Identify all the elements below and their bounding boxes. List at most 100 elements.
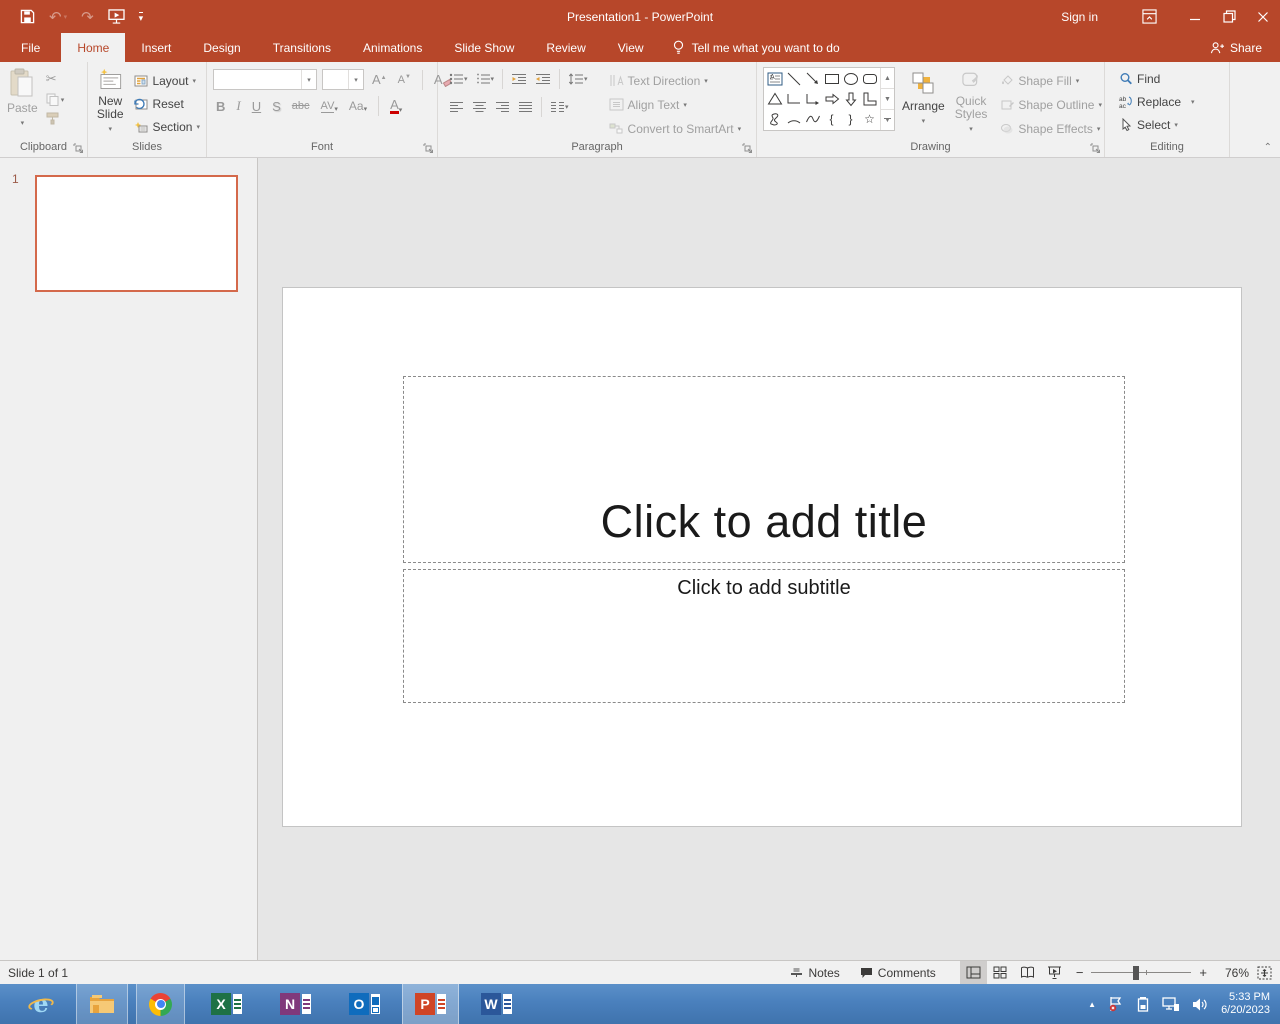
- taskbar-powerpoint[interactable]: P: [402, 984, 459, 1024]
- justify-button[interactable]: [515, 99, 536, 115]
- shapes-more-button[interactable]: ▼: [881, 109, 894, 130]
- line-spacing-button[interactable]: ▾: [565, 71, 591, 87]
- tab-transitions[interactable]: Transitions: [257, 33, 347, 62]
- section-button[interactable]: Section▾: [130, 116, 204, 137]
- taskbar-file-explorer[interactable]: [76, 984, 128, 1024]
- sign-in-link[interactable]: Sign in: [1061, 10, 1098, 24]
- font-color-button[interactable]: A▾: [387, 98, 405, 115]
- slide-show-view-button[interactable]: [1041, 961, 1068, 984]
- shape-arc[interactable]: [784, 109, 803, 129]
- copy-button[interactable]: ▾: [43, 92, 68, 107]
- shape-star[interactable]: ☆: [860, 109, 879, 129]
- tab-slide-show[interactable]: Slide Show: [438, 33, 530, 62]
- minimize-button[interactable]: [1178, 0, 1212, 33]
- reading-view-button[interactable]: [1014, 961, 1041, 984]
- action-center-flag-icon[interactable]: [1108, 996, 1124, 1012]
- format-painter-button[interactable]: [43, 111, 68, 126]
- arrange-button[interactable]: Arrange▾: [897, 64, 950, 136]
- tab-animations[interactable]: Animations: [347, 33, 438, 62]
- shape-left-brace[interactable]: {: [822, 109, 841, 129]
- close-button[interactable]: [1246, 0, 1280, 33]
- shape-line[interactable]: [784, 69, 803, 89]
- shape-elbow-arrow-connector[interactable]: [803, 89, 822, 109]
- taskbar-word[interactable]: W: [469, 984, 524, 1024]
- normal-view-button[interactable]: [960, 961, 987, 984]
- fit-slide-to-window-button[interactable]: [1257, 966, 1272, 980]
- tell-me-box[interactable]: Tell me what you want to do: [660, 33, 852, 62]
- zoom-in-button[interactable]: +: [1197, 965, 1209, 980]
- taskbar-chrome[interactable]: [136, 984, 185, 1024]
- show-hidden-icons-button[interactable]: ▲: [1088, 1000, 1096, 1009]
- notes-button[interactable]: Notes: [780, 961, 849, 984]
- align-right-button[interactable]: [492, 99, 513, 115]
- character-spacing-button[interactable]: AV▾: [318, 99, 341, 114]
- subtitle-placeholder[interactable]: Click to add subtitle: [403, 569, 1125, 703]
- quick-styles-button[interactable]: Quick Styles ▾: [950, 64, 993, 136]
- new-slide-button[interactable]: New Slide ▾: [90, 64, 130, 136]
- italic-button[interactable]: I: [233, 97, 243, 115]
- taskbar-clock[interactable]: 5:33 PM 6/20/2023: [1221, 991, 1270, 1017]
- volume-icon[interactable]: [1192, 997, 1209, 1012]
- shape-freeform[interactable]: [765, 109, 784, 129]
- save-button[interactable]: [20, 9, 35, 24]
- shape-rounded-rectangle[interactable]: [860, 69, 879, 89]
- shape-fill-button[interactable]: Shape Fill▾: [996, 70, 1106, 91]
- font-name-combobox[interactable]: ▾: [213, 69, 317, 90]
- decrease-indent-button[interactable]: [508, 71, 530, 87]
- shapes-scroll-up-button[interactable]: ▲: [881, 68, 894, 88]
- shape-arrow[interactable]: [803, 69, 822, 89]
- shape-triangle[interactable]: [765, 89, 784, 109]
- numbering-button[interactable]: ▾: [473, 71, 498, 87]
- font-size-combobox[interactable]: ▾: [322, 69, 364, 90]
- bullets-button[interactable]: ▾: [446, 71, 471, 87]
- shrink-font-button[interactable]: A▼: [395, 73, 414, 87]
- shape-outline-button[interactable]: Shape Outline▾: [996, 94, 1106, 115]
- find-button[interactable]: Find: [1115, 68, 1199, 89]
- zoom-out-button[interactable]: −: [1074, 965, 1086, 980]
- shape-curve[interactable]: [803, 109, 822, 129]
- bold-button[interactable]: B: [213, 98, 228, 115]
- font-dialog-launcher[interactable]: [423, 143, 434, 154]
- taskbar-internet-explorer[interactable]: e: [16, 984, 66, 1024]
- shape-down-arrow[interactable]: [841, 89, 860, 109]
- paste-button[interactable]: Paste▾: [2, 64, 43, 136]
- tab-design[interactable]: Design: [187, 33, 256, 62]
- columns-button[interactable]: ▾: [547, 99, 572, 115]
- ribbon-display-options-button[interactable]: [1132, 0, 1166, 33]
- convert-to-smartart-button[interactable]: Convert to SmartArt▾: [605, 118, 746, 139]
- select-button[interactable]: Select▾: [1115, 114, 1199, 135]
- customize-qat-button[interactable]: ▾: [139, 12, 144, 22]
- network-icon[interactable]: [1162, 997, 1180, 1012]
- replace-button[interactable]: abac Replace▾: [1115, 91, 1199, 112]
- tab-review[interactable]: Review: [530, 33, 601, 62]
- restore-button[interactable]: [1212, 0, 1246, 33]
- shape-rectangle[interactable]: [822, 69, 841, 89]
- shape-elbow-connector[interactable]: [784, 89, 803, 109]
- taskbar-excel[interactable]: X: [199, 984, 254, 1024]
- zoom-level[interactable]: 76%: [1215, 966, 1249, 980]
- power-battery-icon[interactable]: [1136, 996, 1150, 1012]
- tab-home[interactable]: Home: [61, 33, 125, 62]
- shape-corner[interactable]: [860, 89, 879, 109]
- increase-indent-button[interactable]: [532, 71, 554, 87]
- text-shadow-button[interactable]: S: [269, 98, 284, 115]
- tab-view[interactable]: View: [602, 33, 660, 62]
- change-case-button[interactable]: Aa▾: [346, 98, 370, 114]
- slide-thumbnail-1[interactable]: [35, 175, 238, 292]
- tab-insert[interactable]: Insert: [125, 33, 187, 62]
- shape-right-arrow[interactable]: [822, 89, 841, 109]
- grow-font-button[interactable]: A▲: [369, 71, 390, 88]
- share-button[interactable]: Share: [1192, 33, 1280, 62]
- paragraph-dialog-launcher[interactable]: [742, 143, 753, 154]
- strikethrough-button[interactable]: abc: [289, 99, 313, 113]
- taskbar-outlook[interactable]: O: [337, 984, 392, 1024]
- clipboard-dialog-launcher[interactable]: [73, 143, 84, 154]
- zoom-slider-thumb[interactable]: [1133, 966, 1139, 980]
- zoom-slider[interactable]: [1091, 966, 1191, 980]
- layout-button[interactable]: Layout▾: [130, 70, 204, 91]
- redo-button[interactable]: ↷: [81, 8, 94, 26]
- comments-button[interactable]: Comments: [850, 961, 946, 984]
- reset-button[interactable]: Reset: [130, 93, 204, 114]
- cut-button[interactable]: ✂: [43, 70, 68, 88]
- text-direction-button[interactable]: Text Direction▾: [605, 70, 746, 91]
